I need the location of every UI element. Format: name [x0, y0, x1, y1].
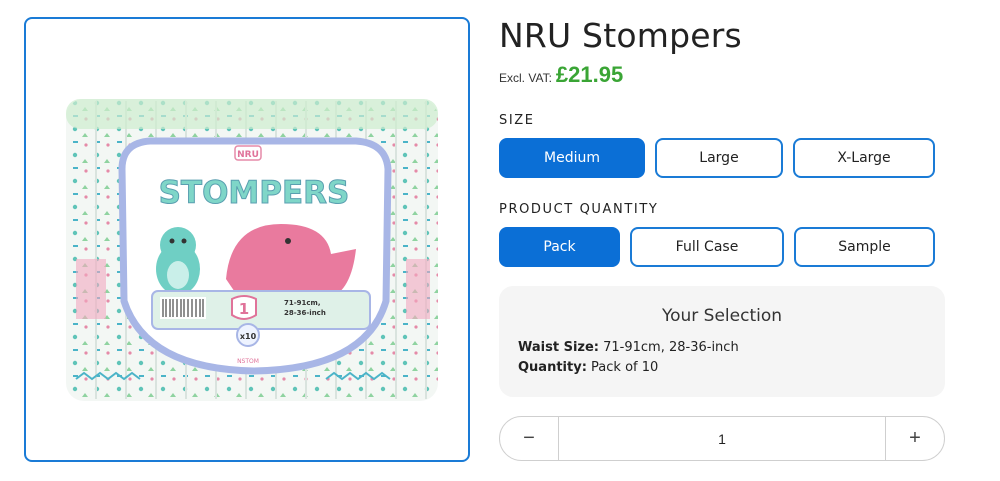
- selection-summary: Your Selection Waist Size: 71-91cm, 28-3…: [499, 286, 945, 397]
- size-text-line2: 28-36-inch: [284, 309, 326, 317]
- quantity-option-pack[interactable]: Pack: [499, 227, 620, 267]
- size-option-x-large[interactable]: X-Large: [793, 138, 935, 178]
- quantity-input[interactable]: [560, 417, 884, 460]
- waist-size-label: Waist Size:: [518, 340, 599, 355]
- quantity-option-sample[interactable]: Sample: [794, 227, 935, 267]
- size-number-text: 1: [239, 300, 249, 318]
- product-quantity-section-label: PRODUCT QUANTITY: [499, 202, 659, 217]
- quantity-value: Pack of 10: [591, 360, 659, 375]
- product-image-frame[interactable]: NRU STOMPERS 1 71-91cm, 28-36-inch x10 N…: [24, 17, 470, 462]
- price-row: Excl. VAT: £21.95: [499, 62, 623, 88]
- waist-size-line: Waist Size: 71-91cm, 28-36-inch: [518, 340, 739, 355]
- size-text-line1: 71-91cm,: [284, 299, 321, 307]
- vat-label: Excl. VAT:: [499, 71, 552, 85]
- quantity-stepper: − +: [499, 416, 945, 461]
- product-image: NRU STOMPERS 1 71-91cm, 28-36-inch x10 N…: [66, 99, 438, 401]
- decrement-button[interactable]: −: [500, 417, 559, 460]
- product-title: NRU Stompers: [499, 16, 742, 55]
- size-option-medium[interactable]: Medium: [499, 138, 645, 178]
- selection-title: Your Selection: [661, 306, 783, 326]
- quantity-line: Quantity: Pack of 10: [518, 360, 658, 375]
- waist-size-value: 71-91cm, 28-36-inch: [603, 340, 739, 355]
- size-option-large[interactable]: Large: [655, 138, 783, 178]
- quantity-label: Quantity:: [518, 360, 587, 375]
- brand-badge-text: NRU: [237, 150, 259, 160]
- sku-text: NSTOM: [237, 358, 259, 365]
- increment-button[interactable]: +: [885, 417, 944, 460]
- product-price: £21.95: [555, 62, 624, 87]
- size-section-label: SIZE: [499, 113, 535, 128]
- quantity-option-full-case[interactable]: Full Case: [630, 227, 784, 267]
- brand-name-text: STOMPERS: [159, 175, 350, 211]
- count-text: x10: [240, 332, 257, 341]
